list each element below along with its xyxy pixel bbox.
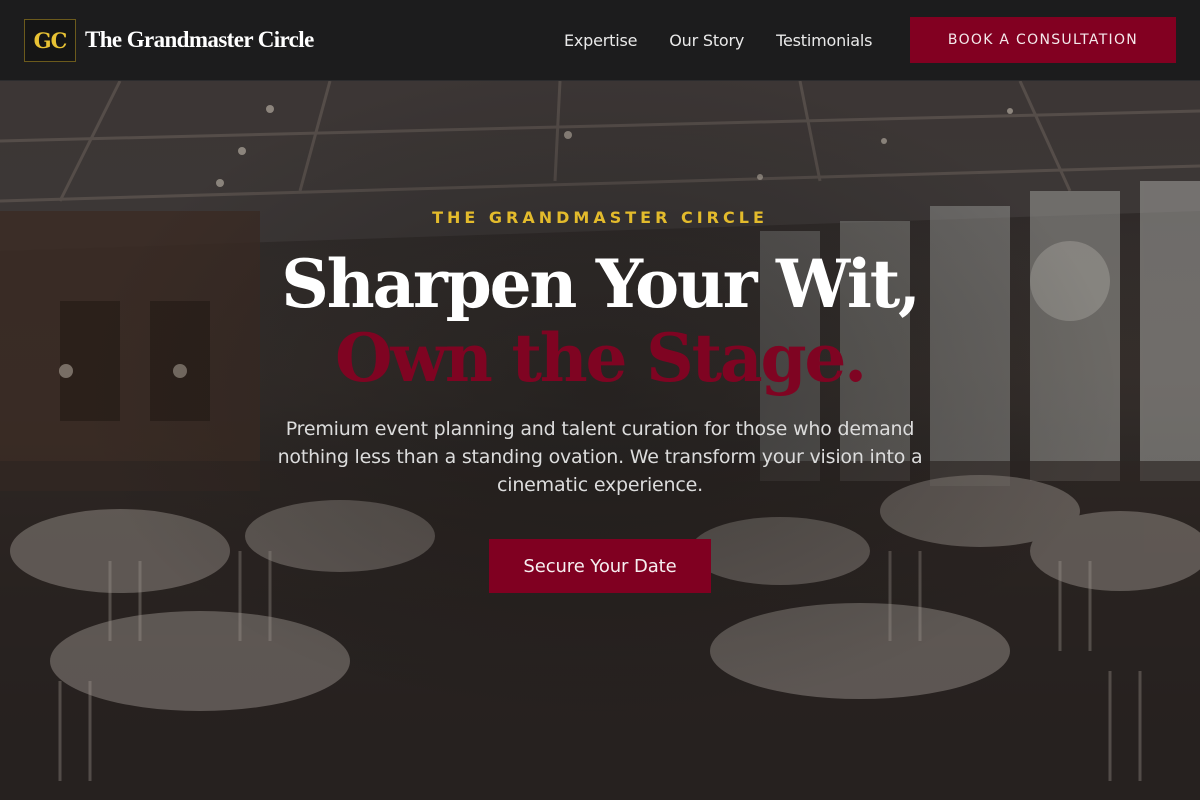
hero-eyebrow: THE GRANDMASTER CIRCLE (432, 208, 768, 227)
secure-your-date-button[interactable]: Secure Your Date (489, 539, 711, 593)
nav-link-our-story[interactable]: Our Story (669, 31, 744, 50)
book-consultation-button[interactable]: BOOK A CONSULTATION (910, 17, 1176, 63)
brand-name: The Grandmaster Circle (85, 27, 314, 52)
brand-logo-link[interactable]: GC The Grandmaster Circle (24, 18, 314, 62)
nav-link-testimonials[interactable]: Testimonials (776, 31, 872, 50)
hero-headline-line1: Sharpen Your Wit, (281, 245, 921, 323)
top-navbar: GC The Grandmaster Circle Expertise Our … (0, 0, 1200, 81)
nav-links: Expertise Our Story Testimonials (564, 0, 872, 80)
hero-section: THE GRANDMASTER CIRCLE Sharpen Your Wit,… (0, 81, 1200, 800)
logo-mark: GC (24, 18, 76, 62)
hero-subtext: Premium event planning and talent curati… (277, 418, 923, 496)
nav-link-expertise[interactable]: Expertise (564, 31, 637, 50)
hero-headline-line2: Own the Stage. (335, 319, 867, 397)
